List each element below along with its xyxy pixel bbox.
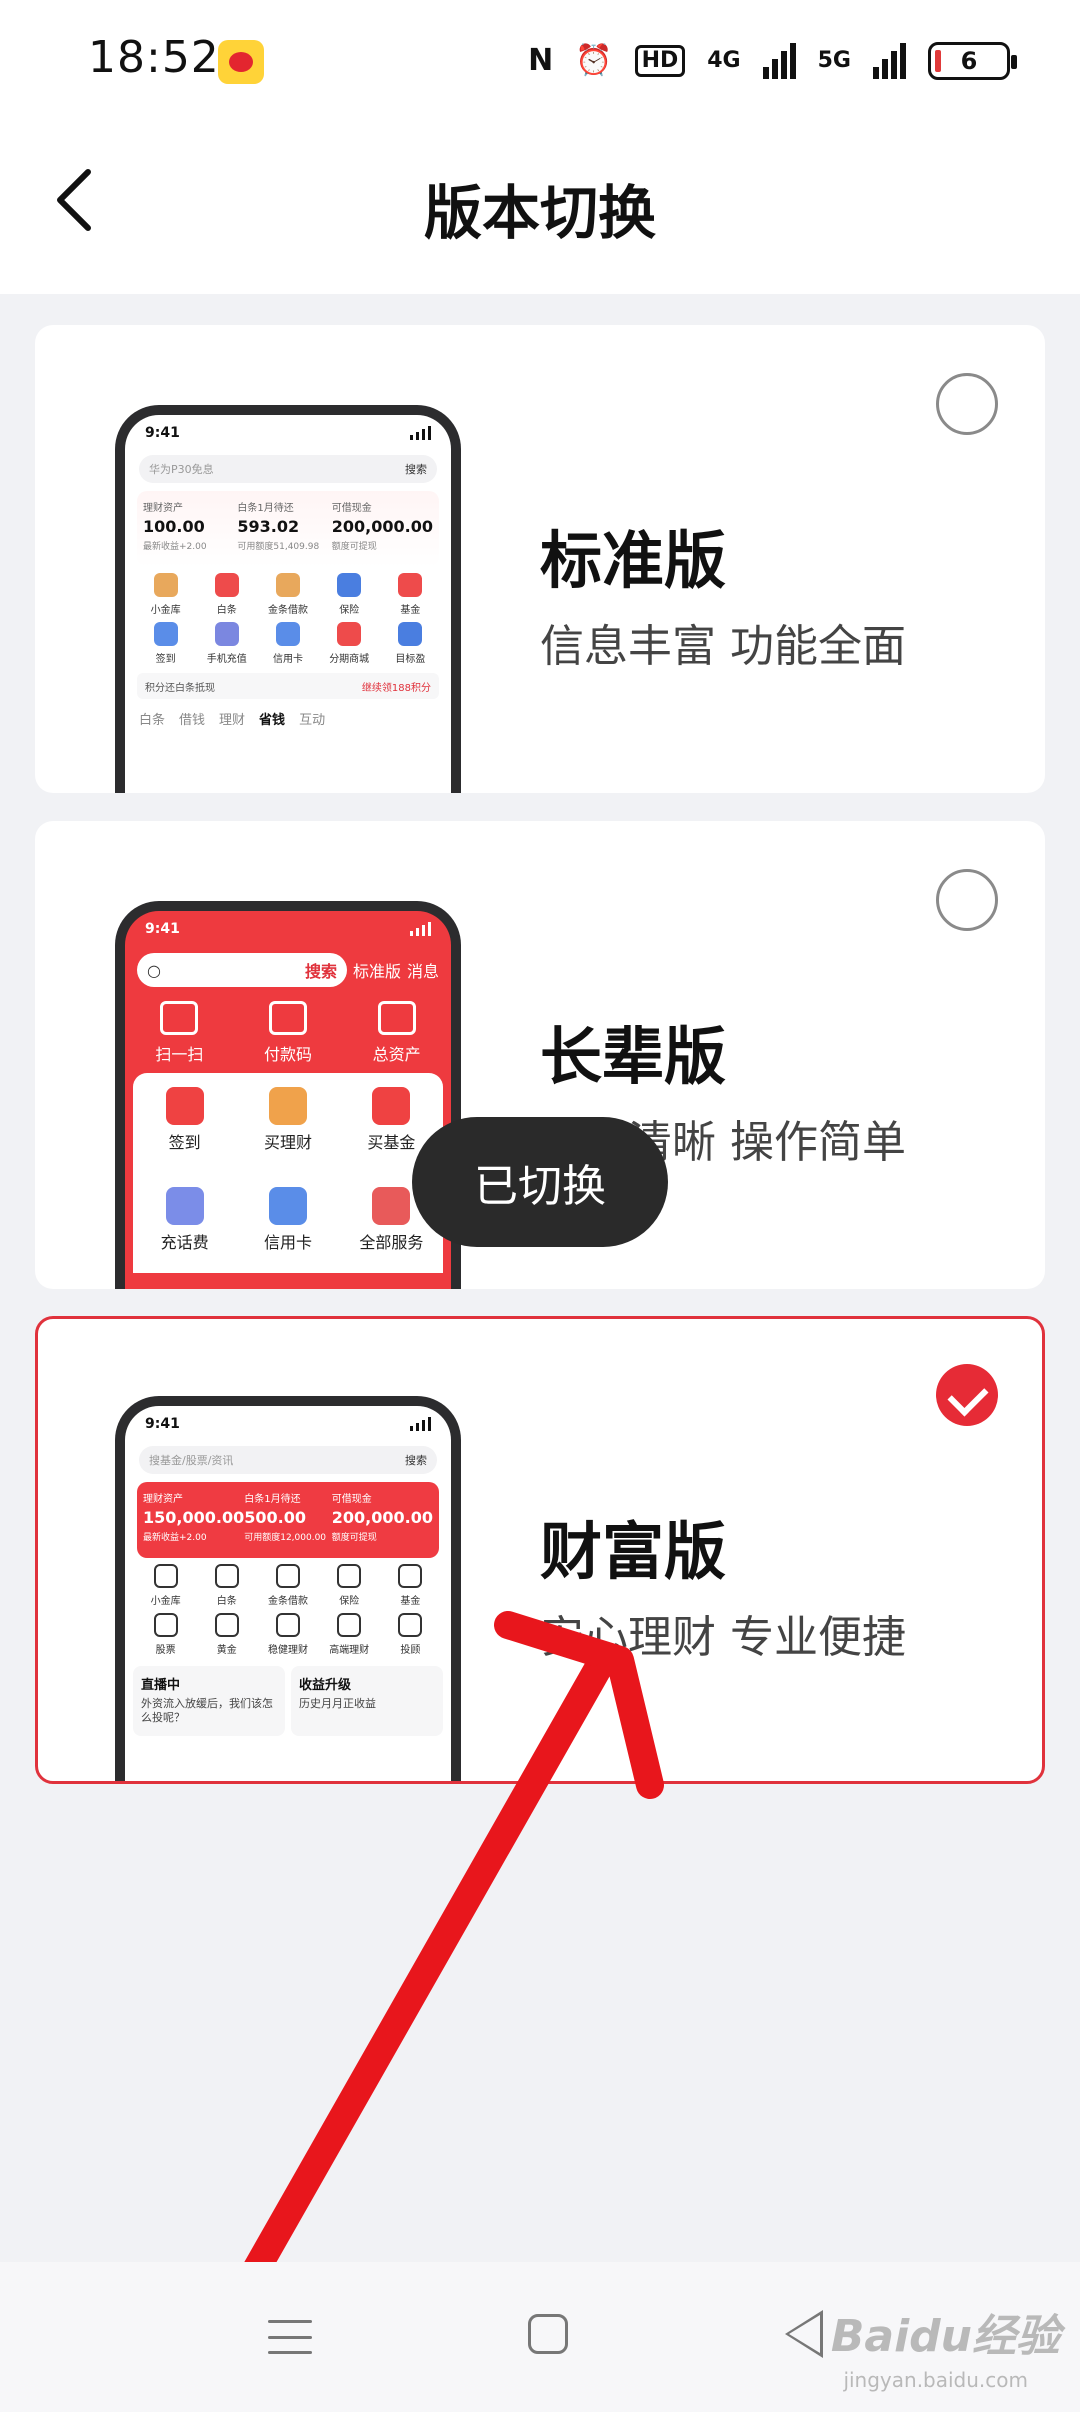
phone-search: 搜基金/股票/资讯 搜索 [139, 1446, 437, 1474]
card-description: 信息丰富 功能全面 [540, 621, 906, 672]
signal-icon [873, 43, 906, 79]
network-5g-label: 5G [817, 48, 851, 73]
phone-top-actions: 扫一扫 付款码 总资产 [125, 993, 451, 1073]
alarm-icon: ⏰ [575, 43, 613, 78]
phone-grid: 小金库 白条 金条借款 保险 基金 签到 手机充值 信用卡 分期商城 目标盈 [125, 573, 451, 665]
version-card-wealth[interactable]: 9:41 搜基金/股票/资讯 搜索 理财资产 150,000.00 最新收益+2.00… [35, 1316, 1045, 1784]
phone-search: ○ 搜索 标准版 消息 [137, 951, 439, 989]
battery-icon: 6 [928, 42, 1017, 80]
phone-preview-elder: 9:41 ○ 搜索 标准版 消息 扫一扫 付款码 总资产 签到 买理财 买基金 充… [115, 901, 461, 1289]
phone-status: 9:41 [125, 911, 451, 947]
menu-icon[interactable] [268, 2320, 312, 2354]
toast-message: 已切换 [412, 1117, 668, 1247]
page-title: 版本切换 [423, 179, 656, 247]
card-title: 标准版 [540, 524, 727, 597]
home-icon[interactable] [528, 2314, 568, 2354]
network-4g-label: 4G [707, 48, 741, 73]
card-title: 财富版 [540, 1515, 727, 1588]
phone-search: 华为P30免息 搜索 [139, 455, 437, 483]
radio-button-wealth-selected[interactable] [936, 1364, 998, 1426]
phone-status: 9:41 [125, 415, 451, 451]
card-title: 长辈版 [540, 1020, 727, 1093]
watermark: Baidu经验 [830, 2311, 1060, 2362]
nfc-icon: N [528, 43, 554, 78]
phone-preview-wealth: 9:41 搜基金/股票/资讯 搜索 理财资产 150,000.00 最新收益+2.00… [115, 1396, 461, 1781]
phone-preview-standard: 9:41 华为P30免息 搜索 理财资产 100.00 最新收益+2.00 白条1月待… [115, 405, 461, 793]
phone-status: 9:41 [125, 1406, 451, 1442]
signal-icon [762, 43, 796, 79]
radio-button-elder[interactable] [936, 869, 998, 931]
hd-icon: HD [634, 45, 686, 77]
phone-stats: 理财资产 150,000.00 最新收益+2.00 白条1月待还 500.00 可用额度… [137, 1482, 439, 1558]
phone-tabs: 白条 借钱 理财 省钱 互动 [139, 713, 326, 728]
watermark-url: jingyan.baidu.com [843, 2368, 1028, 2392]
version-card-standard[interactable]: 9:41 华为P30免息 搜索 理财资产 100.00 最新收益+2.00 白条1月待… [35, 325, 1045, 793]
status-icons: N ⏰ HD 4G 5G 6 [528, 36, 1017, 86]
phone-stats: 理财资产 100.00 最新收益+2.00 白条1月待还 593.02 可用额度51,4… [137, 491, 439, 567]
phone-grid: 签到 买理财 买基金 充话费 信用卡 全部服务 [133, 1073, 443, 1273]
card-description: 安心理财 专业便捷 [540, 1612, 906, 1663]
radio-button-standard[interactable] [936, 373, 998, 435]
status-bar: 18:52 N ⏰ HD 4G 5G 6 [0, 0, 1080, 125]
phone-feed: 直播中 外资流入放缓后，我们该怎么投呢？ 收益升级 历史月月正收益 [133, 1666, 443, 1736]
status-time: 18:52 [88, 32, 220, 83]
weibo-icon [218, 40, 264, 84]
top-bar: 18:52 N ⏰ HD 4G 5G 6 版本切换 [0, 0, 1080, 294]
phone-banner: 积分还白条抵现 继续领188积分 [137, 673, 439, 699]
phone-grid: 小金库 白条 金条借款 保险 基金 股票 黄金 稳健理财 高端理财 投顾 [125, 1564, 451, 1656]
battery-level: 6 [960, 47, 978, 75]
back-triangle-icon[interactable] [785, 2310, 823, 2358]
